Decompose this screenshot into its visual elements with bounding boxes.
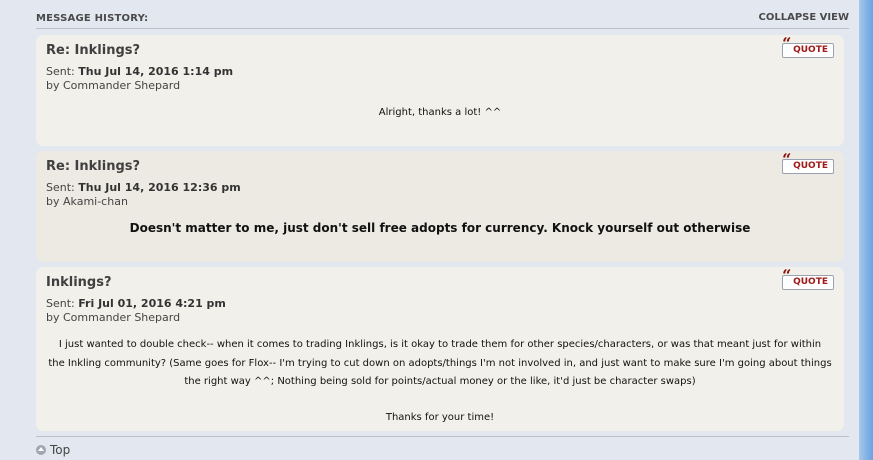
- sent-label: Sent:: [46, 297, 75, 310]
- quote-button-label: QUOTE: [793, 45, 828, 55]
- history-post-1: Re: Inklings? “ QUOTE Sent: Thu Jul 14, …: [36, 35, 844, 146]
- quote-mark-icon: “: [782, 266, 792, 285]
- post-body-line: the right way ^^; Nothing being sold for…: [184, 376, 696, 387]
- sent-label: Sent:: [46, 181, 75, 194]
- by-label: by: [46, 311, 60, 324]
- post-author[interactable]: Akami-chan: [63, 195, 128, 208]
- post-body-line: the Inkling community? (Same goes for Fl…: [48, 357, 832, 369]
- quote-button[interactable]: “ QUOTE: [782, 152, 834, 174]
- post-author[interactable]: Commander Shepard: [63, 79, 180, 92]
- quote-mark-icon: “: [782, 150, 792, 169]
- quote-button-label: QUOTE: [793, 161, 828, 171]
- history-post-3: Inklings? “ QUOTE Sent: Fri Jul 01, 2016…: [36, 267, 844, 431]
- post-meta: Sent: Thu Jul 14, 2016 1:14 pm by Comman…: [46, 65, 233, 93]
- post-body: I just wanted to double check-- when it …: [46, 336, 834, 427]
- by-label: by: [46, 195, 60, 208]
- back-to-top-link[interactable]: Top: [36, 443, 70, 457]
- history-post-2: Re: Inklings? “ QUOTE Sent: Thu Jul 14, …: [36, 151, 844, 262]
- post-title[interactable]: Re: Inklings?: [46, 159, 140, 174]
- post-meta: Sent: Fri Jul 01, 2016 4:21 pm by Comman…: [46, 297, 226, 325]
- post-body: Doesn't matter to me, just don't sell fr…: [129, 221, 751, 235]
- arrow-up-circle-icon: [36, 445, 46, 455]
- footer-divider: [36, 436, 849, 437]
- sent-date: Fri Jul 01, 2016 4:21 pm: [78, 297, 226, 310]
- sent-date: Thu Jul 14, 2016 12:36 pm: [78, 181, 241, 194]
- sent-date: Thu Jul 14, 2016 1:14 pm: [78, 65, 234, 78]
- post-title[interactable]: Inklings?: [46, 275, 112, 290]
- collapse-view-link[interactable]: COLLAPSE VIEW: [759, 12, 850, 23]
- message-history-panel: MESSAGE HISTORY: COLLAPSE VIEW Re: Inkli…: [36, 0, 849, 460]
- post-meta: Sent: Thu Jul 14, 2016 12:36 pm by Akami…: [46, 181, 241, 209]
- post-body: Alright, thanks a lot! ^^: [378, 107, 502, 118]
- quote-button-label: QUOTE: [793, 277, 828, 287]
- page-edge-background: [859, 0, 873, 460]
- sent-label: Sent:: [46, 65, 75, 78]
- message-history-title: MESSAGE HISTORY:: [36, 13, 149, 24]
- post-body-thanks: Thanks for your time!: [385, 411, 495, 423]
- message-history-header: MESSAGE HISTORY: COLLAPSE VIEW: [36, 11, 849, 29]
- back-to-top-label: Top: [50, 443, 71, 457]
- by-label: by: [46, 79, 60, 92]
- quote-button[interactable]: “ QUOTE: [782, 36, 834, 58]
- post-author[interactable]: Commander Shepard: [63, 311, 180, 324]
- quote-button[interactable]: “ QUOTE: [782, 268, 834, 290]
- post-title[interactable]: Re: Inklings?: [46, 43, 140, 58]
- quote-mark-icon: “: [782, 34, 792, 53]
- post-body-line: I just wanted to double check-- when it …: [58, 339, 822, 350]
